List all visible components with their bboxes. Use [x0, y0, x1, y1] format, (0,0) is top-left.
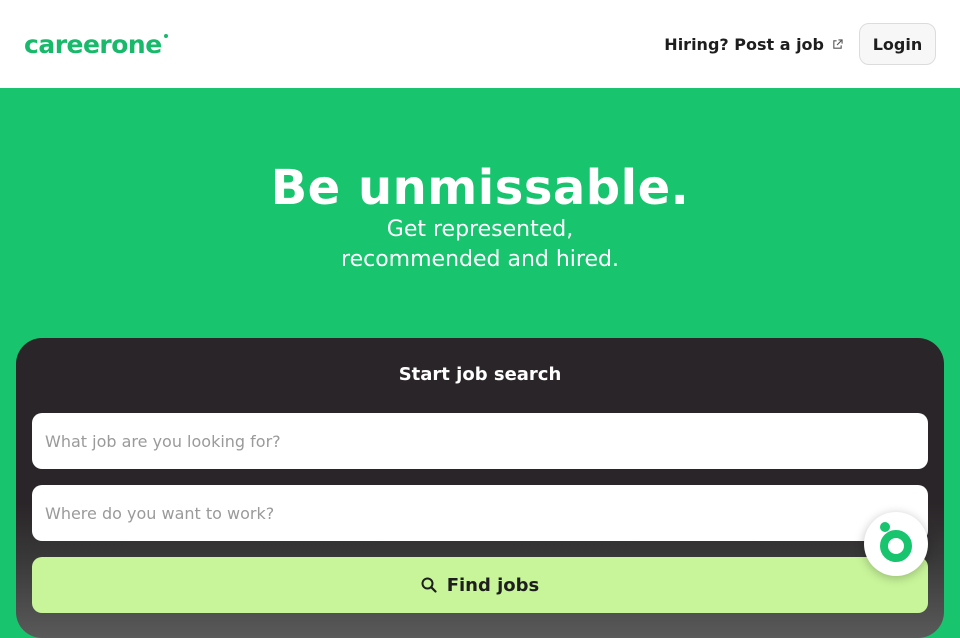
login-button[interactable]: Login [859, 23, 936, 65]
logo-dot [163, 33, 168, 38]
job-search-card: Start job search Find jobs [16, 338, 944, 638]
post-a-job-link[interactable]: Hiring? Post a job [664, 35, 843, 54]
post-a-job-label: Hiring? Post a job [664, 34, 824, 54]
chat-assistant-icon [880, 522, 912, 562]
job-location-input[interactable] [32, 485, 928, 541]
chat-assistant-button[interactable] [864, 512, 928, 576]
find-jobs-label: Find jobs [446, 574, 540, 596]
logo-text: careerone [24, 29, 162, 59]
external-link-icon [833, 38, 843, 49]
hero-subtitle-line2: recommended and hired. [341, 247, 619, 272]
site-header: careerone Hiring? Post a job Login [0, 0, 960, 88]
careerone-logo[interactable]: careerone [24, 29, 168, 59]
hero-section: Be unmissable. Get represented, recommen… [0, 88, 960, 278]
search-icon [421, 577, 437, 593]
job-keyword-input[interactable] [32, 413, 928, 469]
hero-title: Be unmissable. [270, 160, 690, 216]
search-card-title: Start job search [398, 364, 562, 385]
header-actions: Hiring? Post a job Login [664, 23, 936, 65]
find-jobs-button[interactable]: Find jobs [32, 557, 928, 613]
